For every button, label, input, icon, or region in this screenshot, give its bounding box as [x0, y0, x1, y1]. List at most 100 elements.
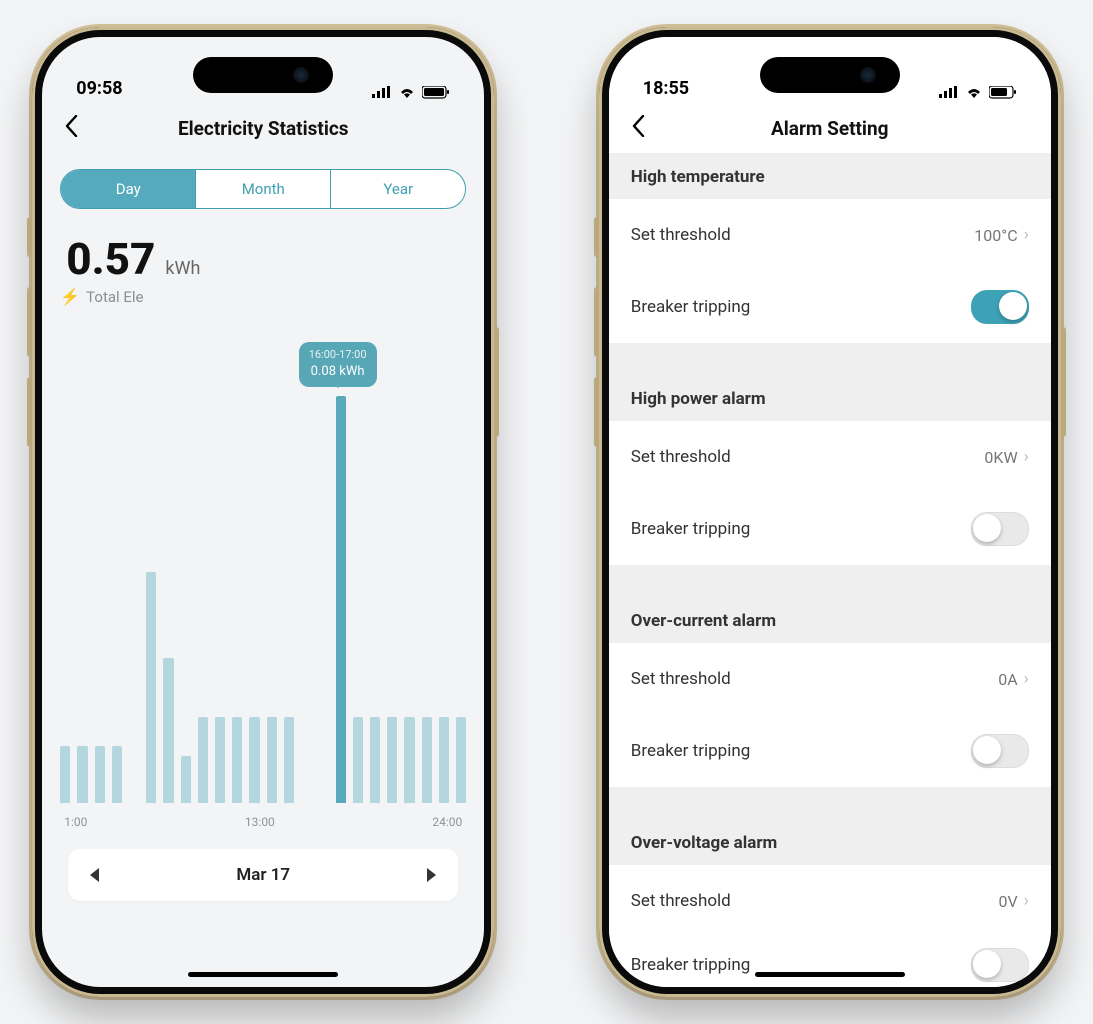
row-high-power-threshold[interactable]: Set threshold 0KW ›	[609, 421, 1051, 493]
dynamic-island	[760, 57, 900, 93]
bar[interactable]	[60, 746, 70, 803]
status-icons	[939, 86, 1017, 99]
nav-header: Electricity Statistics	[42, 103, 484, 153]
toggle-over-current-tripping[interactable]	[971, 734, 1029, 768]
section-high-power: High power alarm	[609, 375, 1051, 421]
bar[interactable]	[422, 717, 432, 803]
xtick-start: 1:00	[64, 815, 87, 829]
chevron-left-icon	[631, 115, 645, 137]
chevron-right-icon: ›	[1024, 669, 1029, 689]
bar[interactable]	[198, 717, 208, 803]
bar[interactable]	[232, 717, 242, 803]
dynamic-island	[193, 57, 333, 93]
bar[interactable]	[181, 756, 191, 803]
row-over-current-tripping: Breaker tripping	[609, 715, 1051, 787]
row-over-voltage-threshold[interactable]: Set threshold 0V ›	[609, 865, 1051, 937]
bar[interactable]	[95, 746, 105, 803]
segment-month[interactable]: Month	[195, 170, 331, 208]
camera-icon	[858, 65, 878, 85]
power-button	[494, 327, 499, 437]
chart-bars	[60, 373, 466, 803]
row-over-current-threshold[interactable]: Set threshold 0A ›	[609, 643, 1051, 715]
chevron-right-icon: ›	[1024, 891, 1029, 911]
volume-down-button	[594, 377, 599, 447]
power-button	[1061, 327, 1066, 437]
segment-day[interactable]: Day	[61, 170, 195, 208]
bar[interactable]	[404, 717, 414, 803]
home-indicator[interactable]	[188, 972, 338, 977]
camera-icon	[291, 65, 311, 85]
chevron-right-icon: ›	[1024, 225, 1029, 245]
bar[interactable]	[215, 717, 225, 803]
phone-right: 18:55 Alarm Setting High temperature Set…	[599, 27, 1061, 997]
bar[interactable]	[112, 746, 122, 803]
date-picker: Mar 17	[68, 849, 458, 901]
phone-left: 09:58 Electricity Statistics Day Month Y…	[32, 27, 494, 997]
side-button	[594, 217, 599, 257]
bar[interactable]	[456, 717, 466, 803]
row-label: Set threshold	[631, 891, 731, 911]
side-button	[27, 217, 32, 257]
bar[interactable]	[163, 658, 173, 803]
total-kwh-unit: kWh	[165, 258, 200, 279]
toggle-over-voltage-tripping[interactable]	[971, 948, 1029, 982]
bar[interactable]	[336, 396, 346, 803]
bar[interactable]	[387, 717, 397, 803]
row-label: Breaker tripping	[631, 519, 751, 539]
date-label: Mar 17	[236, 865, 290, 885]
bar[interactable]	[267, 717, 277, 803]
section-high-temperature: High temperature	[609, 153, 1051, 199]
status-icons	[372, 86, 450, 99]
xtick-mid: 13:00	[245, 815, 275, 829]
row-label: Set threshold	[631, 447, 731, 467]
total-ele-label-row: ⚡ Total Ele	[60, 287, 466, 306]
date-prev-button[interactable]	[90, 868, 99, 882]
nav-header: Alarm Setting	[609, 103, 1051, 153]
bolt-icon: ⚡	[60, 287, 80, 306]
row-high-power-tripping: Breaker tripping	[609, 493, 1051, 565]
row-label: Breaker tripping	[631, 297, 751, 317]
page-title: Electricity Statistics	[178, 117, 349, 140]
toggle-high-temp-tripping[interactable]	[971, 290, 1029, 324]
battery-icon	[422, 86, 450, 99]
tooltip-time: 16:00-17:00	[309, 348, 367, 363]
bar[interactable]	[353, 717, 363, 803]
row-label: Breaker tripping	[631, 741, 751, 761]
total-kwh: 0.57 kWh	[66, 237, 466, 281]
bar[interactable]	[249, 717, 259, 803]
date-next-button[interactable]	[427, 868, 436, 882]
page-title: Alarm Setting	[771, 117, 888, 140]
kwh-bar-chart[interactable]: 16:00-17:00 0.08 kWh 1:00 13:00 24:00	[60, 332, 466, 837]
bar[interactable]	[439, 717, 449, 803]
chevron-right-icon: ›	[1024, 447, 1029, 467]
home-indicator[interactable]	[755, 972, 905, 977]
cellular-icon	[372, 86, 392, 99]
section-over-voltage: Over-voltage alarm	[609, 819, 1051, 865]
bar[interactable]	[146, 572, 156, 803]
row-label: Breaker tripping	[631, 955, 751, 975]
row-value: 0KW	[984, 448, 1017, 467]
total-ele-label: Total Ele	[86, 288, 143, 306]
row-value: 0V	[998, 892, 1017, 911]
bar[interactable]	[370, 717, 380, 803]
wifi-icon	[965, 86, 983, 99]
bar[interactable]	[284, 717, 294, 803]
status-time: 09:58	[76, 78, 122, 99]
total-kwh-value: 0.57	[66, 237, 155, 281]
chart-x-ticks: 1:00 13:00 24:00	[60, 815, 466, 829]
bar[interactable]	[77, 746, 87, 803]
xtick-end: 24:00	[432, 815, 462, 829]
row-label: Set threshold	[631, 669, 731, 689]
back-button[interactable]	[64, 115, 78, 141]
row-value: 0A	[998, 670, 1017, 689]
back-button[interactable]	[631, 115, 645, 141]
segment-year[interactable]: Year	[331, 170, 465, 208]
row-over-voltage-tripping: Breaker tripping	[609, 937, 1051, 987]
battery-icon	[989, 86, 1017, 99]
toggle-high-power-tripping[interactable]	[971, 512, 1029, 546]
status-time: 18:55	[643, 78, 689, 99]
chevron-left-icon	[64, 115, 78, 137]
row-high-temp-threshold[interactable]: Set threshold 100°C›	[609, 199, 1051, 271]
volume-up-button	[27, 287, 32, 357]
volume-up-button	[594, 287, 599, 357]
